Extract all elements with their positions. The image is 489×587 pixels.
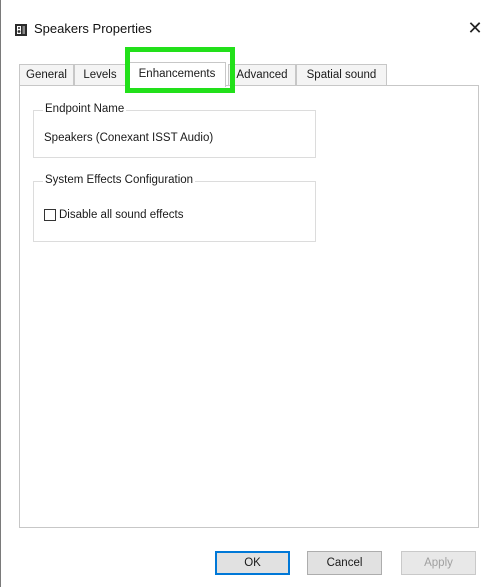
disable-effects-label[interactable]: Disable all sound effects <box>59 209 183 221</box>
tab-spatial-sound[interactable]: Spatial sound <box>296 64 387 85</box>
title-bar: Speakers Properties ✕ <box>1 0 489 52</box>
speakers-properties-window: Speakers Properties ✕ General Levels Enh… <box>0 0 489 587</box>
endpoint-name-group: Endpoint Name Speakers (Conexant ISST Au… <box>33 103 316 158</box>
cancel-button[interactable]: Cancel <box>307 551 382 575</box>
enhancements-panel: Endpoint Name Speakers (Conexant ISST Au… <box>19 85 479 528</box>
tab-levels[interactable]: Levels <box>74 64 126 85</box>
close-button[interactable]: ✕ <box>461 14 489 42</box>
window-title: Speakers Properties <box>34 21 152 36</box>
ok-button[interactable]: OK <box>215 551 290 575</box>
tab-advanced[interactable]: Advanced <box>228 64 296 85</box>
endpoint-name-legend: Endpoint Name <box>43 103 127 115</box>
dialog-button-bar: OK Cancel Apply <box>1 528 489 587</box>
disable-effects-option[interactable]: Disable all sound effects <box>44 209 183 221</box>
apply-button[interactable]: Apply <box>401 551 476 575</box>
system-effects-group: System Effects Configuration Disable all… <box>33 174 316 242</box>
endpoint-name-value: Speakers (Conexant ISST Audio) <box>44 132 214 144</box>
tab-general[interactable]: General <box>19 64 74 85</box>
close-icon: ✕ <box>467 17 483 38</box>
tab-strip: General Levels Enhancements Advanced Spa… <box>19 62 479 87</box>
system-effects-legend: System Effects Configuration <box>43 174 196 186</box>
tab-enhancements[interactable]: Enhancements <box>128 62 226 87</box>
disable-effects-checkbox[interactable] <box>44 209 56 221</box>
speaker-icon <box>14 23 28 37</box>
